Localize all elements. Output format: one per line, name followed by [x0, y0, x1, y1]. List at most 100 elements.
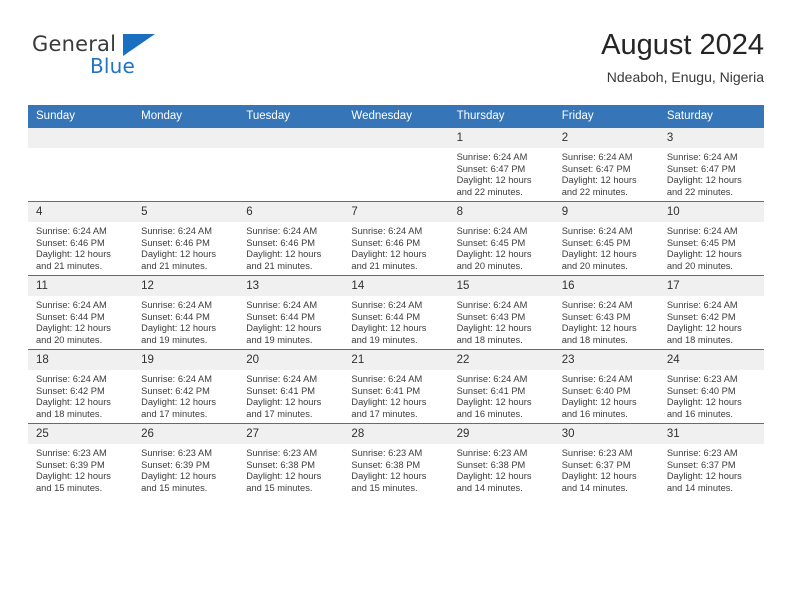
calendar-day-cell[interactable]: 15 Sunrise: 6:24 AM Sunset: 6:43 PM Dayligh…	[448, 275, 554, 350]
daylight-text-line2: and 15 minutes.	[351, 482, 418, 493]
sunrise-text: Sunrise: 6:24 AM	[456, 300, 528, 310]
day-number: 5	[133, 202, 239, 222]
daylight-text-line2: and 22 minutes.	[561, 186, 628, 197]
calendar-day-cell[interactable]: 13 Sunrise: 6:24 AM Sunset: 6:44 PM Dayligh…	[238, 275, 344, 350]
calendar-day-cell[interactable]: 14 Sunrise: 6:24 AM Sunset: 6:44 PM Dayligh…	[343, 275, 449, 350]
calendar-day-cell[interactable]: 24 Sunrise: 6:23 AM Sunset: 6:40 PM Dayligh…	[658, 349, 764, 424]
sunset-text: Sunset: 6:45 PM	[456, 237, 526, 248]
sunset-text: Sunset: 6:42 PM	[141, 385, 210, 396]
calendar-day-cell[interactable]: 17 Sunrise: 6:24 AM Sunset: 6:42 PM Dayligh…	[658, 275, 764, 350]
daylight-text-line2: and 16 minutes.	[561, 408, 628, 419]
calendar-day-cell[interactable]: 16 Sunrise: 6:24 AM Sunset: 6:43 PM Dayligh…	[553, 275, 659, 350]
daylight-text-line1: Daylight: 12 hours	[36, 249, 111, 260]
calendar-day-cell[interactable]: 23 Sunrise: 6:24 AM Sunset: 6:40 PM Dayligh…	[553, 349, 659, 424]
daylight-text-line1: Daylight: 12 hours	[351, 323, 427, 334]
calendar-day-cell[interactable]: 7 Sunrise: 6:24 AM Sunset: 6:46 PM Daylight…	[343, 201, 449, 276]
day-details: Sunrise: 6:23 AM Sunset: 6:37 PM Daylight:…	[554, 444, 659, 494]
calendar-day-cell[interactable]: 21 Sunrise: 6:24 AM Sunset: 6:41 PM Dayligh…	[343, 349, 449, 424]
sunrise-text: Sunrise: 6:23 AM	[141, 448, 212, 458]
calendar-day-cell[interactable]: 4 Sunrise: 6:24 AM Sunset: 6:46 PM Daylight…	[28, 201, 134, 276]
calendar-day-cell[interactable]: 3 Sunrise: 6:24 AM Sunset: 6:47 PM Daylight…	[658, 127, 764, 202]
calendar-day-cell-empty	[343, 127, 449, 202]
calendar-day-cell[interactable]: 9 Sunrise: 6:24 AM Sunset: 6:45 PM Daylight…	[553, 201, 659, 276]
calendar-day-cell[interactable]: 19 Sunrise: 6:24 AM Sunset: 6:42 PM Dayligh…	[133, 349, 239, 424]
calendar-day-cell[interactable]: 18 Sunrise: 6:24 AM Sunset: 6:42 PM Dayligh…	[28, 349, 134, 424]
sunset-text: Sunset: 6:42 PM	[666, 311, 736, 322]
daylight-text-line2: and 19 minutes.	[141, 334, 208, 345]
day-number: 8	[448, 202, 554, 222]
daylight-text-line1: Daylight: 12 hours	[351, 471, 427, 482]
calendar-header-row: Sunday Monday Tuesday Wednesday Thursday Frid…	[28, 105, 764, 128]
daylight-text-line2: and 15 minutes.	[36, 482, 103, 493]
day-details: Sunrise: 6:24 AM Sunset: 6:47 PM Daylight:…	[449, 148, 554, 198]
calendar-day-cell[interactable]: 28 Sunrise: 6:23 AM Sunset: 6:38 PM Dayligh…	[343, 423, 449, 497]
sunset-text: Sunset: 6:46 PM	[36, 237, 105, 248]
sunset-text: Sunset: 6:40 PM	[666, 385, 736, 396]
sunset-text: Sunset: 6:37 PM	[666, 459, 736, 470]
calendar-day-cell-empty	[238, 127, 344, 202]
daylight-text-line1: Daylight: 12 hours	[246, 249, 322, 260]
day-number: 12	[133, 276, 239, 296]
day-number: 13	[238, 276, 344, 296]
calendar-day-cell[interactable]: 30 Sunrise: 6:23 AM Sunset: 6:37 PM Dayligh…	[553, 423, 659, 497]
daylight-text-line2: and 20 minutes.	[36, 334, 103, 345]
sunset-text: Sunset: 6:41 PM	[351, 385, 421, 396]
calendar-day-cell[interactable]: 5 Sunrise: 6:24 AM Sunset: 6:46 PM Daylight…	[133, 201, 239, 276]
day-number: 6	[238, 202, 344, 222]
day-number	[343, 128, 449, 148]
day-number: 29	[448, 424, 554, 444]
daylight-text-line1: Daylight: 12 hours	[246, 471, 322, 482]
calendar-day-cell[interactable]: 25 Sunrise: 6:23 AM Sunset: 6:39 PM Dayligh…	[28, 423, 134, 497]
daylight-text-line1: Daylight: 12 hours	[561, 323, 637, 334]
calendar-day-cell[interactable]: 2 Sunrise: 6:24 AM Sunset: 6:47 PM Daylight…	[553, 127, 659, 202]
calendar-day-cell[interactable]: 11 Sunrise: 6:24 AM Sunset: 6:44 PM Dayligh…	[28, 275, 134, 350]
day-number: 16	[553, 276, 659, 296]
weekday-header-wednesday: Wednesday	[343, 105, 449, 128]
daylight-text-line1: Daylight: 12 hours	[36, 471, 111, 482]
calendar-day-cell[interactable]: 10 Sunrise: 6:24 AM Sunset: 6:45 PM Dayligh…	[658, 201, 764, 276]
day-number	[28, 128, 134, 148]
blue-triangle-logo-icon	[123, 34, 155, 56]
day-number: 14	[343, 276, 449, 296]
sunrise-text: Sunrise: 6:23 AM	[351, 448, 423, 458]
calendar-day-cell[interactable]: 22 Sunrise: 6:24 AM Sunset: 6:41 PM Dayligh…	[448, 349, 554, 424]
daylight-text-line2: and 21 minutes.	[246, 260, 313, 271]
daylight-text-line2: and 17 minutes.	[246, 408, 313, 419]
calendar-day-cell[interactable]: 20 Sunrise: 6:24 AM Sunset: 6:41 PM Dayligh…	[238, 349, 344, 424]
sunset-text: Sunset: 6:43 PM	[456, 311, 526, 322]
brand-logo[interactable]: General Blue	[28, 32, 258, 88]
calendar-day-cell[interactable]: 29 Sunrise: 6:23 AM Sunset: 6:38 PM Dayligh…	[448, 423, 554, 497]
day-number: 26	[133, 424, 239, 444]
sunrise-text: Sunrise: 6:24 AM	[561, 374, 633, 384]
day-number: 7	[343, 202, 449, 222]
sunset-text: Sunset: 6:47 PM	[561, 163, 631, 174]
day-details: Sunrise: 6:24 AM Sunset: 6:44 PM Daylight:…	[343, 296, 448, 346]
calendar-day-cell[interactable]: 27 Sunrise: 6:23 AM Sunset: 6:38 PM Dayligh…	[238, 423, 344, 497]
day-details: Sunrise: 6:24 AM Sunset: 6:46 PM Daylight:…	[238, 222, 343, 272]
daylight-text-line1: Daylight: 12 hours	[246, 323, 322, 334]
calendar-day-cell[interactable]: 8 Sunrise: 6:24 AM Sunset: 6:45 PM Daylight…	[448, 201, 554, 276]
sunrise-text: Sunrise: 6:24 AM	[351, 300, 423, 310]
daylight-text-line1: Daylight: 12 hours	[36, 323, 111, 334]
day-number	[238, 128, 344, 148]
sunset-text: Sunset: 6:44 PM	[351, 311, 421, 322]
calendar-day-cell[interactable]: 26 Sunrise: 6:23 AM Sunset: 6:39 PM Dayligh…	[133, 423, 239, 497]
calendar-day-cell[interactable]: 1 Sunrise: 6:24 AM Sunset: 6:47 PM Daylight…	[448, 127, 554, 202]
calendar-grid: Sunday Monday Tuesday Wednesday Thursday Frid…	[28, 105, 764, 497]
calendar-day-cell[interactable]: 12 Sunrise: 6:24 AM Sunset: 6:44 PM Dayligh…	[133, 275, 239, 350]
sunrise-text: Sunrise: 6:24 AM	[666, 152, 738, 162]
daylight-text-line1: Daylight: 12 hours	[666, 397, 742, 408]
sunrise-text: Sunrise: 6:23 AM	[246, 448, 318, 458]
sunrise-text: Sunrise: 6:24 AM	[246, 300, 318, 310]
daylight-text-line1: Daylight: 12 hours	[456, 471, 532, 482]
calendar-day-cell[interactable]: 31 Sunrise: 6:23 AM Sunset: 6:37 PM Dayligh…	[658, 423, 764, 497]
sunset-text: Sunset: 6:43 PM	[561, 311, 631, 322]
sunset-text: Sunset: 6:46 PM	[246, 237, 316, 248]
calendar-day-cell[interactable]: 6 Sunrise: 6:24 AM Sunset: 6:46 PM Daylight…	[238, 201, 344, 276]
page-header: General Blue August 2024 Ndeaboh, Enugu,…	[28, 28, 764, 98]
calendar-day-cell-empty	[28, 127, 134, 202]
sunrise-text: Sunrise: 6:24 AM	[561, 300, 633, 310]
sunrise-text: Sunrise: 6:24 AM	[141, 374, 212, 384]
day-details: Sunrise: 6:24 AM Sunset: 6:42 PM Daylight:…	[28, 370, 133, 420]
daylight-text-line2: and 15 minutes.	[246, 482, 313, 493]
